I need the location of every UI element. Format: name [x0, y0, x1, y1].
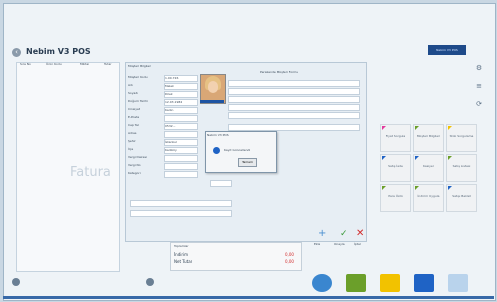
- form-label: Kategori: [128, 171, 141, 175]
- refresh-icon[interactable]: ⟳: [475, 100, 483, 108]
- form-field[interactable]: [164, 163, 198, 170]
- form-field[interactable]: [164, 131, 198, 138]
- form-field[interactable]: [228, 88, 360, 95]
- form-field[interactable]: [228, 124, 360, 131]
- form-label: E-Posta: [128, 115, 140, 119]
- form-label: Cinsiyet: [128, 107, 141, 111]
- taskbar: [3, 296, 494, 299]
- tile-cashier[interactable]: Kasiyer: [413, 154, 444, 182]
- column-header[interactable]: Tutar: [104, 62, 112, 72]
- form-label: Adres: [128, 131, 137, 135]
- form-header: Müşteri Bilgileri: [128, 64, 152, 68]
- cancel-label: İptal: [354, 242, 361, 246]
- form-field[interactable]: İstanbul: [164, 139, 198, 146]
- dialog-message: Kayıt Güncellendi: [224, 148, 251, 152]
- totals-header: Toplamlar: [174, 244, 189, 248]
- invoice-watermark: Fatura: [70, 165, 111, 180]
- tile-change[interactable]: Para Üstü: [380, 184, 411, 212]
- form-field[interactable]: [210, 180, 232, 187]
- app-title: Nebim V3 POS: [26, 47, 91, 56]
- net-total-value: 0,00: [285, 259, 294, 264]
- form-label: Doğum Tarihi: [128, 99, 148, 103]
- tile-hold-sale[interactable]: Satışı Beklet: [446, 184, 477, 212]
- form-label: Adı: [128, 83, 133, 87]
- net-total-label: Net Tutar: [174, 259, 193, 264]
- form-field[interactable]: Dilek: [164, 91, 198, 98]
- card-icon[interactable]: [414, 274, 434, 292]
- form-field[interactable]: [164, 115, 198, 122]
- add-label: Ekle: [314, 242, 321, 246]
- form-field[interactable]: [164, 171, 198, 178]
- form-field[interactable]: [228, 80, 360, 87]
- back-icon[interactable]: ‹: [12, 48, 21, 57]
- column-header[interactable]: Sıra No: [20, 62, 31, 72]
- form-field[interactable]: Melek: [164, 83, 198, 90]
- totals-panel: [170, 242, 302, 271]
- form-label: Şehir: [128, 139, 136, 143]
- form-field[interactable]: [228, 112, 360, 119]
- info-icon: [213, 147, 220, 154]
- form-field[interactable]: [164, 155, 198, 162]
- tile-sales-list[interactable]: Satış Listesi: [446, 154, 477, 182]
- add-button[interactable]: +: [318, 228, 326, 239]
- tile-price-query[interactable]: Fiyat Sorgula: [380, 124, 411, 152]
- dialog-ok-button[interactable]: Tamam: [238, 158, 257, 167]
- form-label: Vergi No: [128, 163, 141, 167]
- form-label: Cep Tel: [128, 123, 139, 127]
- photo-caption-bar: [200, 100, 224, 103]
- form-field[interactable]: [130, 200, 232, 207]
- form-field[interactable]: 12.03.1984: [164, 99, 198, 106]
- form-field[interactable]: Kadın: [164, 107, 198, 114]
- form-section-title: Perakende Müşteri Formu: [260, 70, 299, 74]
- confirm-button[interactable]: ✓: [340, 229, 348, 239]
- receipt-icon[interactable]: [346, 274, 366, 292]
- form-field[interactable]: 0532...: [164, 123, 198, 130]
- confirm-label: Onayla: [334, 242, 345, 246]
- nav-right-icon[interactable]: [146, 278, 154, 286]
- form-field[interactable]: [228, 96, 360, 103]
- form-label: İlçe: [128, 147, 134, 151]
- dialog-title: Nebim V3 POS: [207, 133, 229, 137]
- top-right-button[interactable]: Nebim V3 POS: [428, 45, 466, 55]
- form-field[interactable]: [130, 210, 232, 217]
- form-label: Vergi Dairesi: [128, 155, 147, 159]
- tile-stock-query[interactable]: Stok Sorgulama: [446, 124, 477, 152]
- discount-value: 0,00: [285, 252, 294, 257]
- form-label: Müşteri Kodu: [128, 75, 148, 79]
- tile-sales-return[interactable]: Satış İade: [380, 154, 411, 182]
- calendar-icon[interactable]: [448, 274, 468, 292]
- settings-icon[interactable]: ⚙: [475, 64, 483, 72]
- form-field[interactable]: 1.00.726: [164, 75, 198, 82]
- cancel-button[interactable]: ✕: [356, 228, 364, 239]
- nav-left-icon[interactable]: [12, 278, 20, 286]
- cash-icon[interactable]: [380, 274, 400, 292]
- form-label: Soyadı: [128, 91, 139, 95]
- power-icon[interactable]: [312, 274, 332, 292]
- column-header[interactable]: Ürün Kodu: [46, 62, 62, 72]
- tile-apply-discount[interactable]: İndirim Uygula: [413, 184, 444, 212]
- discount-label: İndirim: [174, 252, 189, 257]
- form-field[interactable]: Kadıköy: [164, 147, 198, 154]
- form-field[interactable]: [228, 104, 360, 111]
- tile-customer-info[interactable]: Müşteri Bilgileri: [413, 124, 444, 152]
- column-header[interactable]: Miktar: [80, 62, 89, 72]
- menu-icon[interactable]: ≡: [475, 82, 483, 90]
